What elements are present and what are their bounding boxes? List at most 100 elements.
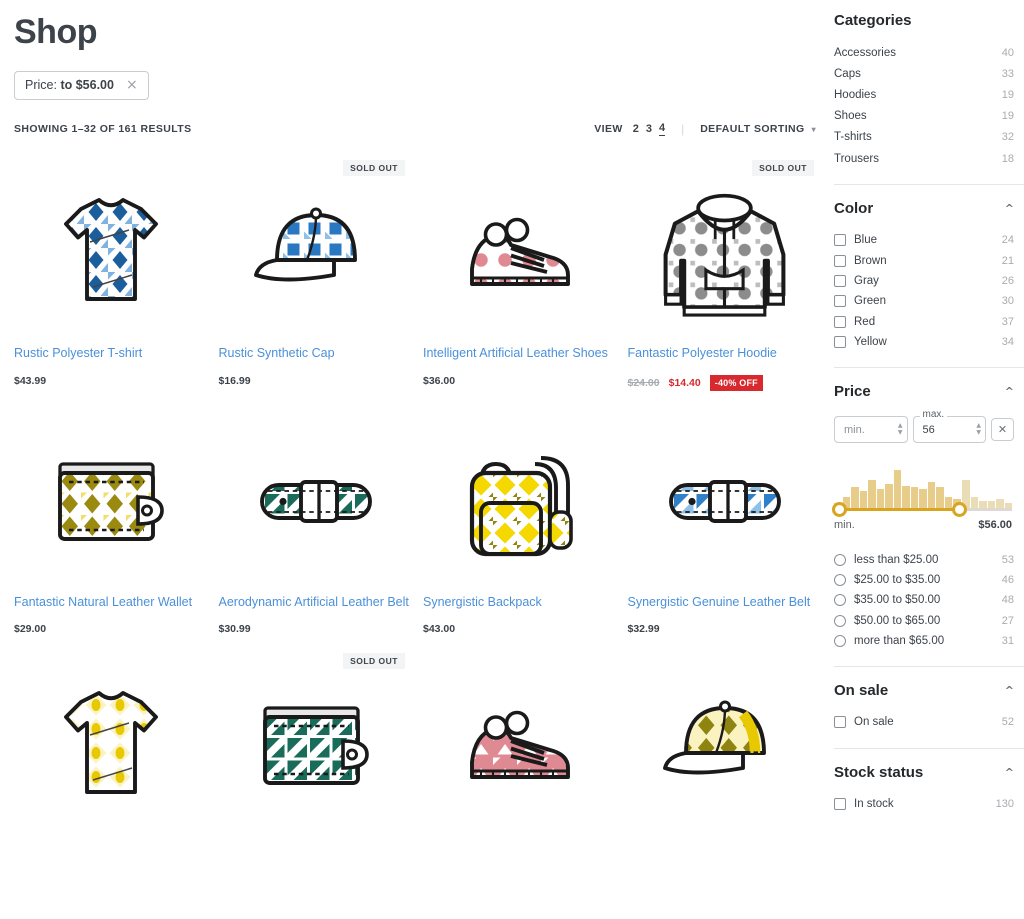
in-stock-option[interactable]: In stock 130 (834, 794, 1014, 814)
price-range-option-4[interactable]: more than $65.00 31 (834, 631, 1014, 651)
sidebar-item-shoes[interactable]: Shoes 19 (834, 106, 1014, 127)
color-option-brown[interactable]: Brown 21 (834, 251, 1014, 271)
product-thumbnail[interactable] (14, 166, 209, 336)
radio[interactable] (834, 553, 846, 566)
slider-handle-min[interactable] (832, 501, 847, 517)
product-title[interactable]: Rustic Synthetic Cap (219, 344, 414, 362)
color-option-blue[interactable]: Blue 24 (834, 230, 1014, 250)
checkbox[interactable] (834, 254, 846, 267)
sidebar-item-accessories[interactable]: Accessories 40 (834, 42, 1014, 63)
product-title[interactable]: Rustic Polyester T-shirt (14, 344, 209, 362)
remove-filter-icon[interactable]: × (126, 78, 138, 92)
product-card[interactable]: Intelligent Artificial Leather Shoes $36… (423, 166, 624, 414)
active-filter-chip-price[interactable]: Price: to $56.00 × (14, 71, 149, 101)
product-thumbnail[interactable]: SOLD OUT (219, 160, 414, 336)
sidebar-item-caps[interactable]: Caps 33 (834, 63, 1014, 84)
checkbox[interactable] (834, 315, 846, 328)
view-option-4[interactable]: 4 (658, 122, 666, 137)
product-card[interactable]: SOLD OUT (219, 652, 420, 865)
slider-track[interactable] (832, 501, 1012, 517)
color-count: 24 (1001, 234, 1014, 247)
on-sale-count: 52 (1001, 716, 1014, 729)
product-thumbnail[interactable] (219, 415, 414, 585)
price-max-input[interactable] (920, 422, 977, 437)
product-card[interactable] (14, 659, 215, 865)
checkbox[interactable] (834, 716, 846, 729)
price-max-label: max. (919, 409, 948, 421)
slider-handle-max[interactable] (952, 501, 968, 517)
histogram-bar (851, 487, 859, 509)
product-title[interactable]: Aerodynamic Artificial Leather Belt (219, 593, 414, 611)
chevron-up-icon[interactable]: ^ (1005, 385, 1014, 398)
price-max-field[interactable]: max. ▲▼ (912, 409, 986, 444)
sold-out-badge: SOLD OUT (343, 652, 405, 669)
product-card[interactable]: Synergistic Backpack $43.00 (423, 415, 624, 659)
product-card[interactable] (423, 659, 624, 865)
categories-title: Categories (834, 12, 912, 29)
product-card[interactable] (628, 659, 829, 865)
chevron-up-icon[interactable]: ^ (1005, 766, 1014, 779)
sidebar-item-hoodies[interactable]: Hoodies 19 (834, 84, 1014, 105)
product-thumbnail[interactable]: SOLD OUT (628, 160, 823, 336)
product-thumbnail[interactable] (14, 415, 209, 585)
product-card[interactable]: Synergistic Genuine Leather Belt $32.99 (628, 415, 829, 659)
range-label: $50.00 to $65.00 (854, 614, 941, 627)
color-option-red[interactable]: Red 37 (834, 312, 1014, 332)
on-sale-option[interactable]: On sale 52 (834, 712, 1014, 732)
product-thumbnail[interactable] (628, 659, 823, 829)
category-count: 18 (1001, 152, 1014, 165)
product-card[interactable]: Fantastic Natural Leather Wallet $29.00 (14, 415, 215, 659)
sidebar-item-trousers[interactable]: Trousers 18 (834, 148, 1014, 169)
chevron-up-icon[interactable]: ^ (1005, 684, 1014, 697)
product-card[interactable]: SOLD OUT Rustic Synthetic Cap $16.99 (219, 160, 420, 414)
product-title[interactable]: Fantastic Polyester Hoodie (628, 344, 823, 362)
radio[interactable] (834, 573, 846, 586)
product-thumbnail[interactable] (423, 659, 618, 829)
price-range-option-1[interactable]: $25.00 to $35.00 46 (834, 570, 1014, 590)
price-min-input[interactable] (842, 422, 898, 437)
price-range-option-3[interactable]: $50.00 to $65.00 27 (834, 611, 1014, 631)
checkbox[interactable] (834, 797, 846, 810)
view-option-2[interactable]: 2 (633, 123, 639, 136)
sorting-dropdown[interactable]: DEFAULT SORTING ▾ (700, 123, 816, 135)
chevron-up-icon[interactable]: ^ (1005, 202, 1014, 215)
clear-price-button[interactable]: ✕ (991, 418, 1014, 442)
product-thumbnail[interactable]: SOLD OUT (219, 652, 414, 829)
price-histogram (834, 470, 1013, 509)
range-count: 46 (1001, 573, 1014, 586)
product-card[interactable]: Aerodynamic Artificial Leather Belt $30.… (219, 415, 420, 659)
color-option-yellow[interactable]: Yellow 34 (834, 332, 1014, 352)
product-thumbnail[interactable] (423, 415, 618, 585)
category-label: Accessories (834, 46, 896, 59)
price-range-option-2[interactable]: $35.00 to $50.00 48 (834, 590, 1014, 610)
color-option-green[interactable]: Green 30 (834, 291, 1014, 311)
product-title[interactable]: Synergistic Backpack (423, 593, 618, 611)
product-card[interactable]: SOLD OUT (628, 160, 829, 414)
product-title[interactable]: Synergistic Genuine Leather Belt (628, 593, 823, 611)
radio[interactable] (834, 594, 846, 607)
price-range-option-0[interactable]: less than $25.00 53 (834, 549, 1014, 569)
view-option-3[interactable]: 3 (646, 123, 652, 136)
price-min-field[interactable]: ▲▼ (834, 416, 908, 444)
color-count: 37 (1001, 315, 1014, 328)
histogram-bar (970, 496, 979, 509)
checkbox[interactable] (834, 275, 846, 288)
stepper-icon[interactable]: ▲ ▼ (976, 423, 981, 436)
radio[interactable] (834, 614, 846, 627)
product-title[interactable]: Fantastic Natural Leather Wallet (14, 593, 209, 611)
product-thumbnail[interactable] (14, 659, 209, 829)
price-histogram-slider[interactable]: min. $56.00 (832, 470, 1014, 531)
radio[interactable] (834, 635, 846, 648)
color-option-gray[interactable]: Gray 26 (834, 271, 1014, 291)
sidebar-item-tshirts[interactable]: T-shirts 32 (834, 127, 1014, 148)
checkbox[interactable] (834, 295, 846, 308)
stepper-icon[interactable]: ▲ ▼ (898, 423, 903, 436)
checkbox[interactable] (834, 336, 846, 349)
product-thumbnail[interactable] (628, 415, 823, 585)
product-card[interactable]: Rustic Polyester T-shirt $43.99 (14, 166, 215, 414)
product-title[interactable]: Intelligent Artificial Leather Shoes (423, 344, 618, 362)
product-price: $29.00 (14, 623, 209, 635)
histogram-bar (902, 485, 910, 509)
product-thumbnail[interactable] (423, 166, 618, 336)
checkbox[interactable] (834, 234, 846, 247)
